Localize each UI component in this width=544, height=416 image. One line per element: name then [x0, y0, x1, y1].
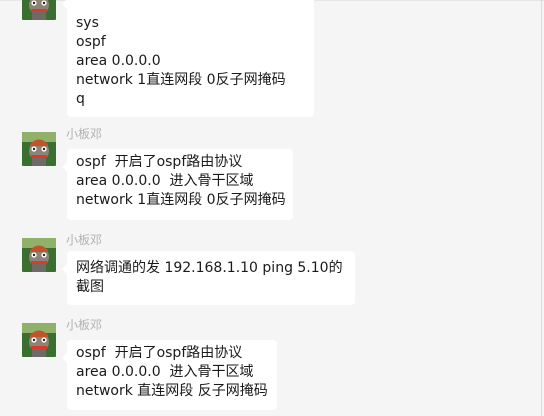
sender-name: 小板邓 [66, 233, 103, 247]
message-line: network 直连网段 反子网掩码 [76, 383, 268, 399]
message-line: sys [76, 15, 99, 31]
sender-name: 小板邓 [66, 127, 103, 141]
message-line: area 0.0.0.0 [76, 53, 161, 69]
message-bubble[interactable]: sys ospf area 0.0.0.0 network 1直连网段 0反子网… [62, 0, 314, 117]
message-line: 网络调通的发 192.168.1.10 ping 5.10的截图 [76, 260, 343, 295]
sender-name: 小板邓 [66, 318, 103, 332]
window-right-border [541, 0, 542, 416]
message-line: network 1直连网段 0反子网掩码 [76, 192, 286, 208]
sender-avatar[interactable] [22, 0, 56, 20]
sender-avatar[interactable] [22, 238, 56, 272]
message-bubble[interactable]: ospf 开启了ospf路由协议 area 0.0.0.0 进入骨干区域 net… [62, 340, 277, 410]
message-line: ospf 开启了ospf路由协议 [76, 154, 243, 170]
sender-avatar[interactable] [22, 323, 56, 357]
message-line: area 0.0.0.0 进入骨干区域 [76, 364, 254, 380]
message-line: q [76, 91, 85, 107]
message-line: network 1直连网段 0反子网掩码 [76, 72, 286, 88]
message-line: area 0.0.0.0 进入骨干区域 [76, 173, 254, 189]
message-bubble[interactable]: ospf 开启了ospf路由协议 area 0.0.0.0 进入骨干区域 net… [62, 149, 293, 220]
message-line: ospf [76, 34, 106, 50]
message-line: ospf 开启了ospf路由协议 [76, 345, 243, 361]
sender-avatar[interactable] [22, 132, 56, 166]
message-bubble[interactable]: 网络调通的发 192.168.1.10 ping 5.10的截图 [62, 251, 355, 305]
